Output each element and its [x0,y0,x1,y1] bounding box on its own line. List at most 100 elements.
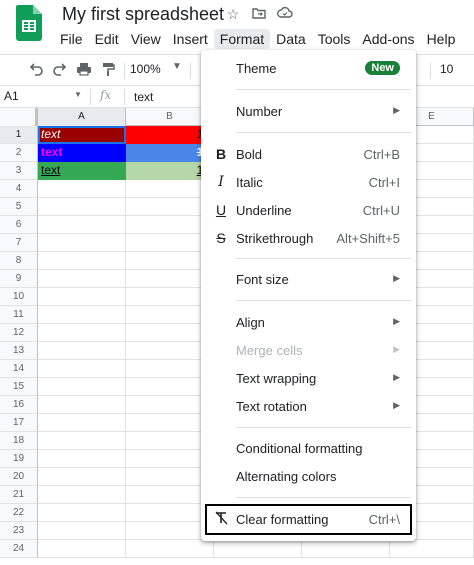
row-header[interactable]: 1 [0,126,38,144]
submenu-arrow-icon: ▶ [393,273,400,283]
row-header[interactable]: 11 [0,306,38,324]
menu-item-label: Italic [236,175,263,190]
row-header[interactable]: 3 [0,162,38,180]
row-header[interactable]: 10 [0,288,38,306]
grid-cell[interactable]: text [38,144,126,162]
grid-cell[interactable]: text [38,126,126,144]
menu-edit[interactable]: Edit [89,29,125,49]
grid-cell[interactable] [38,540,126,558]
column-header-a[interactable]: A [38,108,126,126]
toolbar-divider [190,63,191,79]
row-header[interactable]: 17 [0,414,38,432]
grid-cell[interactable] [38,360,126,378]
grid-cell[interactable] [126,540,214,558]
format-menu-dropdown: Theme New Number ▶ B Bold Ctrl+B I Itali… [201,50,416,541]
menu-format[interactable]: Format [213,29,271,49]
menu-item-theme[interactable]: Theme New [201,55,416,83]
menu-item-text-rotation[interactable]: Text rotation ▶ [201,393,416,421]
grid-cell[interactable] [38,342,126,360]
star-icon[interactable]: ☆ [225,6,241,22]
row-header[interactable]: 8 [0,252,38,270]
menu-item-shortcut: Ctrl+U [362,203,400,218]
cloud-status-icon[interactable] [277,6,293,22]
row-header[interactable]: 24 [0,540,38,558]
menu-divider [236,132,411,133]
undo-icon[interactable] [26,61,46,81]
menu-tools[interactable]: Tools [312,29,357,49]
chevron-down-icon[interactable]: ▼ [74,90,82,99]
grid-cell[interactable] [38,252,126,270]
grid-cell[interactable] [38,414,126,432]
grid-cell[interactable] [38,198,126,216]
print-icon[interactable] [74,61,94,81]
row-header[interactable]: 23 [0,522,38,540]
formula-input[interactable]: text [134,90,153,104]
row-header[interactable]: 5 [0,198,38,216]
menu-item-strikethrough[interactable]: S Strikethrough Alt+Shift+5 [201,225,416,253]
menu-item-align[interactable]: Align ▶ [201,309,416,337]
row-header[interactable]: 20 [0,468,38,486]
chevron-down-icon[interactable]: ▼ [172,61,182,72]
grid-cell[interactable] [38,378,126,396]
move-to-folder-icon[interactable] [251,6,267,22]
menu-insert[interactable]: Insert [167,29,214,49]
menu-view[interactable]: View [125,29,167,49]
menu-data[interactable]: Data [270,29,312,49]
new-badge: New [365,61,400,75]
row-header[interactable]: 6 [0,216,38,234]
sheets-logo-icon[interactable] [16,5,42,41]
row-header[interactable]: 13 [0,342,38,360]
row-header[interactable]: 16 [0,396,38,414]
paint-format-icon[interactable] [98,61,118,81]
grid-cell[interactable] [38,324,126,342]
menu-item-number[interactable]: Number ▶ [201,98,416,126]
row-header[interactable]: 21 [0,486,38,504]
font-size-select[interactable]: 10 [440,62,453,76]
row-header[interactable]: 12 [0,324,38,342]
document-title[interactable]: My first spreadsheet [62,4,224,25]
row-header[interactable]: 22 [0,504,38,522]
grid-cell[interactable] [38,234,126,252]
menu-item-alternating-colors[interactable]: Alternating colors [201,463,416,491]
grid-cell[interactable] [38,288,126,306]
row-header[interactable]: 2 [0,144,38,162]
grid-cell[interactable] [38,270,126,288]
grid-cell[interactable] [38,504,126,522]
grid-cell[interactable] [38,486,126,504]
toolbar-divider [430,63,431,79]
menu-item-bold[interactable]: B Bold Ctrl+B [201,141,416,169]
menu-item-underline[interactable]: U Underline Ctrl+U [201,197,416,225]
row-header[interactable]: 9 [0,270,38,288]
row-header[interactable]: 18 [0,432,38,450]
menu-help[interactable]: Help [421,29,462,49]
select-all-corner[interactable] [0,108,38,126]
menu-item-text-wrapping[interactable]: Text wrapping ▶ [201,365,416,393]
grid-cell[interactable] [38,216,126,234]
row-header[interactable]: 19 [0,450,38,468]
grid-cell[interactable] [38,396,126,414]
grid-cell[interactable] [214,540,302,558]
row-header[interactable]: 15 [0,378,38,396]
row-header[interactable]: 14 [0,360,38,378]
grid-cell[interactable] [38,432,126,450]
grid-cell[interactable] [38,468,126,486]
grid-cell[interactable]: text [38,162,126,180]
menu-item-conditional-formatting[interactable]: Conditional formatting [201,435,416,463]
menu-item-label: Bold [236,147,263,162]
redo-icon[interactable] [50,61,70,81]
menu-addons[interactable]: Add-ons [356,29,420,49]
grid-cell[interactable] [38,180,126,198]
grid-cell[interactable] [38,450,126,468]
row-header[interactable]: 7 [0,234,38,252]
grid-cell[interactable] [302,540,390,558]
menu-item-font-size[interactable]: Font size ▶ [201,266,416,294]
grid-cell[interactable] [38,306,126,324]
menu-file[interactable]: File [54,29,89,49]
row-header[interactable]: 4 [0,180,38,198]
zoom-select[interactable]: 100% [130,62,161,76]
grid-cell[interactable] [38,522,126,540]
name-box[interactable]: A1 [4,89,84,103]
menu-item-label: Font size [236,272,289,287]
grid-cell[interactable] [390,540,474,558]
menu-item-italic[interactable]: I Italic Ctrl+I [201,169,416,197]
